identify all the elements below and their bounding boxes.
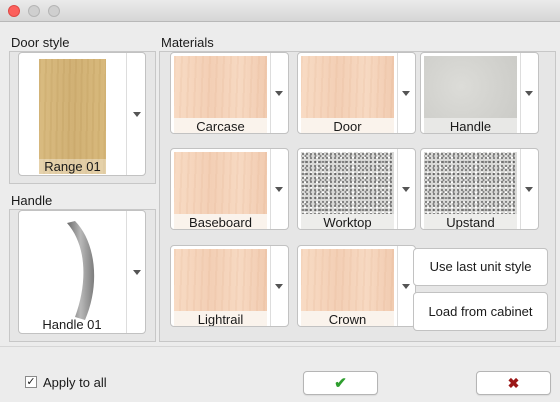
apply-to-all-label: Apply to all	[43, 375, 107, 390]
chevron-down-icon[interactable]	[133, 112, 141, 117]
material-door-button[interactable]: Door	[297, 52, 416, 134]
chevron-down-icon[interactable]	[525, 91, 533, 96]
chevron-down-icon[interactable]	[402, 91, 410, 96]
material-worktop-label: Worktop	[301, 214, 394, 229]
material-worktop-button[interactable]: Worktop	[297, 148, 416, 230]
material-upstand-label: Upstand	[424, 214, 517, 229]
material-divider	[520, 53, 521, 133]
door-style-image	[39, 59, 106, 174]
material-upstand-button[interactable]: Upstand	[420, 148, 539, 230]
chevron-down-icon[interactable]	[402, 284, 410, 289]
bottom-separator	[0, 346, 560, 347]
handle-swatch-button[interactable]: Handle 01	[18, 210, 146, 334]
zoom-window-button[interactable]	[48, 5, 60, 17]
material-crown-button[interactable]: Crown	[297, 245, 416, 327]
door-style-divider	[126, 53, 127, 175]
material-divider	[397, 246, 398, 326]
apply-to-all-checkbox[interactable]: ✓	[25, 376, 37, 388]
materials-label: Materials	[161, 35, 214, 50]
chevron-down-icon[interactable]	[402, 187, 410, 192]
material-baseboard-label: Baseboard	[174, 214, 267, 229]
chevron-down-icon[interactable]	[275, 187, 283, 192]
handle-caption: Handle 01	[42, 317, 102, 332]
cancel-button[interactable]: ✖	[476, 371, 551, 395]
door-style-swatch-button[interactable]: Range 01	[18, 52, 146, 176]
chevron-down-icon[interactable]	[275, 284, 283, 289]
handle-image	[39, 217, 124, 329]
material-divider	[520, 149, 521, 229]
material-divider	[270, 246, 271, 326]
material-divider	[397, 149, 398, 229]
x-icon: ✖	[507, 374, 520, 391]
load-from-cabinet-button[interactable]: Load from cabinet	[413, 292, 548, 331]
chevron-down-icon[interactable]	[133, 270, 141, 275]
material-handle-button[interactable]: Handle	[420, 52, 539, 134]
check-icon: ✔	[334, 375, 347, 392]
ok-button[interactable]: ✔	[303, 371, 378, 395]
material-carcase-button[interactable]: Carcase	[170, 52, 289, 134]
minimize-window-button[interactable]	[28, 5, 40, 17]
handle-divider	[126, 211, 127, 333]
material-divider	[270, 53, 271, 133]
material-carcase-label: Carcase	[174, 118, 267, 133]
handle-bar-icon	[67, 221, 95, 320]
chevron-down-icon[interactable]	[275, 91, 283, 96]
close-window-button[interactable]	[8, 5, 20, 17]
material-baseboard-button[interactable]: Baseboard	[170, 148, 289, 230]
material-door-label: Door	[301, 118, 394, 133]
material-lightrail-button[interactable]: Lightrail	[170, 245, 289, 327]
use-last-unit-style-button[interactable]: Use last unit style	[413, 248, 548, 286]
material-divider	[270, 149, 271, 229]
handle-label: Handle	[11, 193, 53, 208]
title-bar	[0, 0, 560, 22]
door-style-label: Door style	[11, 35, 70, 50]
material-lightrail-label: Lightrail	[174, 311, 267, 326]
material-crown-label: Crown	[301, 311, 394, 326]
material-divider	[397, 53, 398, 133]
door-style-caption: Range 01	[39, 159, 106, 175]
chevron-down-icon[interactable]	[525, 187, 533, 192]
material-handle-label: Handle	[424, 118, 517, 133]
